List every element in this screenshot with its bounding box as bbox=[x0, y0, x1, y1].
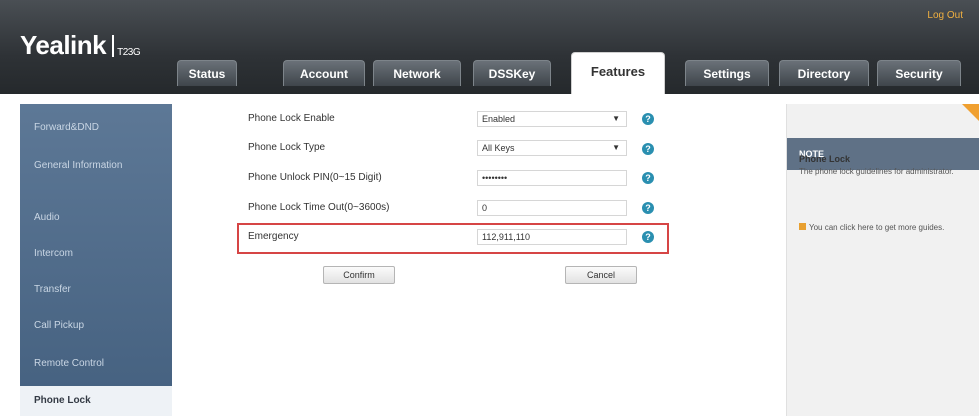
sidebar-item-forward-dnd[interactable]: Forward&DND bbox=[20, 122, 172, 133]
tab-status[interactable]: Status bbox=[177, 60, 237, 86]
help-icon[interactable]: ? bbox=[642, 202, 654, 214]
note-guides-link[interactable]: You can click here to get more guides. bbox=[799, 222, 971, 233]
sidebar-item-call-pickup[interactable]: Call Pickup bbox=[20, 320, 172, 331]
tab-features[interactable]: Features bbox=[571, 52, 665, 94]
sidebar-item-phone-lock[interactable]: Phone Lock bbox=[20, 386, 172, 416]
chevron-down-icon: ▼ bbox=[612, 143, 620, 152]
help-icon[interactable]: ? bbox=[642, 231, 654, 243]
top-header: Yealink T23G Log Out Status Account Netwo… bbox=[0, 0, 979, 94]
phone-unlock-pin-input[interactable]: •••••••• bbox=[477, 170, 627, 186]
note-panel: NOTE Phone Lock The phone lock guideline… bbox=[786, 104, 979, 416]
phone-lock-type-select[interactable]: All Keys ▼ bbox=[477, 140, 627, 156]
help-icon[interactable]: ? bbox=[642, 113, 654, 125]
phone-lock-enable-value: Enabled bbox=[482, 114, 516, 124]
sidebar-item-general-information[interactable]: General Information bbox=[20, 160, 130, 172]
emergency-label: Emergency bbox=[248, 231, 299, 242]
note-corner-decoration bbox=[962, 104, 979, 122]
tab-network[interactable]: Network bbox=[373, 60, 461, 86]
phone-unlock-pin-label: Phone Unlock PIN(0~15 Digit) bbox=[248, 172, 382, 183]
help-icon[interactable]: ? bbox=[642, 143, 654, 155]
tab-dsskey[interactable]: DSSKey bbox=[473, 60, 551, 86]
note-title: Phone Lock bbox=[799, 154, 851, 164]
phone-lock-timeout-input[interactable]: 0 bbox=[477, 200, 627, 216]
note-body: The phone lock guidelines for administra… bbox=[799, 167, 954, 176]
cancel-button[interactable]: Cancel bbox=[565, 266, 637, 284]
model-label: T23G bbox=[117, 47, 141, 58]
emergency-input[interactable]: 112,911,110 bbox=[477, 229, 627, 245]
logo-divider bbox=[112, 35, 115, 57]
logout-link[interactable]: Log Out bbox=[927, 10, 963, 21]
yealink-logo: Yealink T23G bbox=[20, 30, 141, 61]
phone-lock-type-value: All Keys bbox=[482, 143, 515, 153]
sidebar-item-remote-control[interactable]: Remote Control bbox=[20, 358, 172, 369]
tab-settings[interactable]: Settings bbox=[685, 60, 769, 86]
phone-lock-enable-label: Phone Lock Enable bbox=[248, 113, 335, 124]
feature-sidebar: Forward&DND General Information Audio In… bbox=[20, 104, 172, 416]
tab-account[interactable]: Account bbox=[283, 60, 365, 86]
chevron-down-icon: ▼ bbox=[612, 114, 620, 123]
phone-lock-type-label: Phone Lock Type bbox=[248, 142, 326, 153]
phone-lock-timeout-label: Phone Lock Time Out(0~3600s) bbox=[248, 202, 390, 213]
logo-text: Yealink bbox=[20, 30, 107, 60]
tab-directory[interactable]: Directory bbox=[779, 60, 869, 86]
note-link-text[interactable]: You can click here to get more guides. bbox=[809, 223, 944, 232]
guide-link-icon bbox=[799, 223, 806, 230]
phone-lock-enable-select[interactable]: Enabled ▼ bbox=[477, 111, 627, 127]
confirm-button[interactable]: Confirm bbox=[323, 266, 395, 284]
sidebar-item-audio[interactable]: Audio bbox=[20, 212, 172, 223]
help-icon[interactable]: ? bbox=[642, 172, 654, 184]
sidebar-item-transfer[interactable]: Transfer bbox=[20, 284, 172, 295]
sidebar-item-intercom[interactable]: Intercom bbox=[20, 248, 172, 259]
tab-security[interactable]: Security bbox=[877, 60, 961, 86]
